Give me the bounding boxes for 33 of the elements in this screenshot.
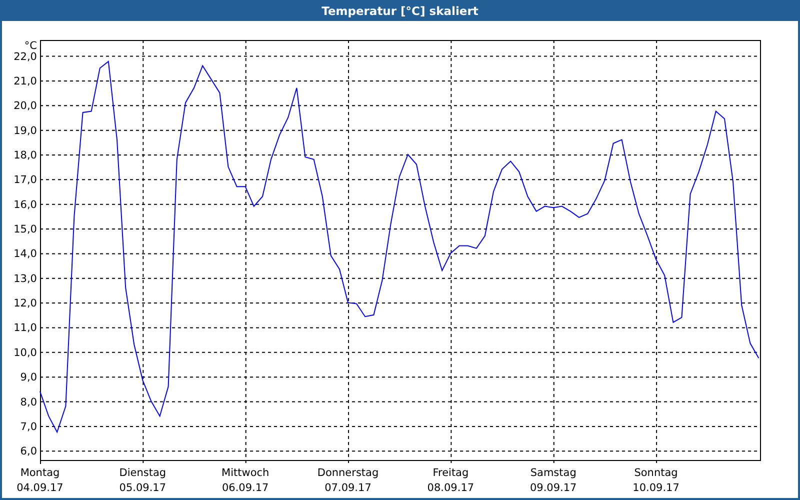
axis-unit: °C: [24, 40, 37, 52]
weekday-label: Freitag: [432, 467, 469, 479]
axis-label: 17,0: [14, 174, 37, 186]
date-label: 06.09.17: [222, 482, 269, 494]
window-title: Temperatur [°C] skaliert: [320, 2, 480, 20]
axis-label: 8,0: [20, 396, 37, 408]
axis-label: 10,0: [14, 346, 37, 359]
weekday-label: Sonntag: [634, 467, 678, 479]
axis-label: 19,0: [14, 124, 37, 137]
weekday-label: Montag: [20, 467, 60, 479]
weekday-label: Dienstag: [119, 467, 166, 479]
axis-label: 6,0: [20, 446, 37, 458]
axis-label: 13,0: [14, 272, 37, 285]
weekday-label: Mittwoch: [222, 467, 270, 479]
axis-label: 9,0: [20, 372, 37, 384]
date-label: 05.09.17: [119, 482, 166, 494]
axis-label: 11,0: [14, 322, 37, 334]
axis-label: 20,0: [14, 100, 37, 112]
axis-label: 16,0: [14, 198, 37, 211]
date-label: 09.09.17: [530, 482, 577, 494]
weekday-label: Samstag: [530, 467, 576, 479]
date-label: 07.09.17: [324, 482, 372, 494]
axis-label: 21,0: [14, 75, 37, 88]
axis-label: 22,0: [14, 50, 37, 63]
date-label: 10.09.17: [632, 482, 680, 494]
date-label: 04.09.17: [16, 482, 64, 494]
axis-label: 12,0: [14, 298, 37, 310]
axis-label: 14,0: [14, 248, 37, 260]
date-label: 08.09.17: [427, 482, 474, 494]
weekday-label: Donnerstag: [317, 467, 379, 479]
axis-label: 15,0: [14, 224, 37, 236]
axis-label: 18,0: [14, 150, 37, 162]
axis-label: 7,0: [20, 420, 37, 433]
